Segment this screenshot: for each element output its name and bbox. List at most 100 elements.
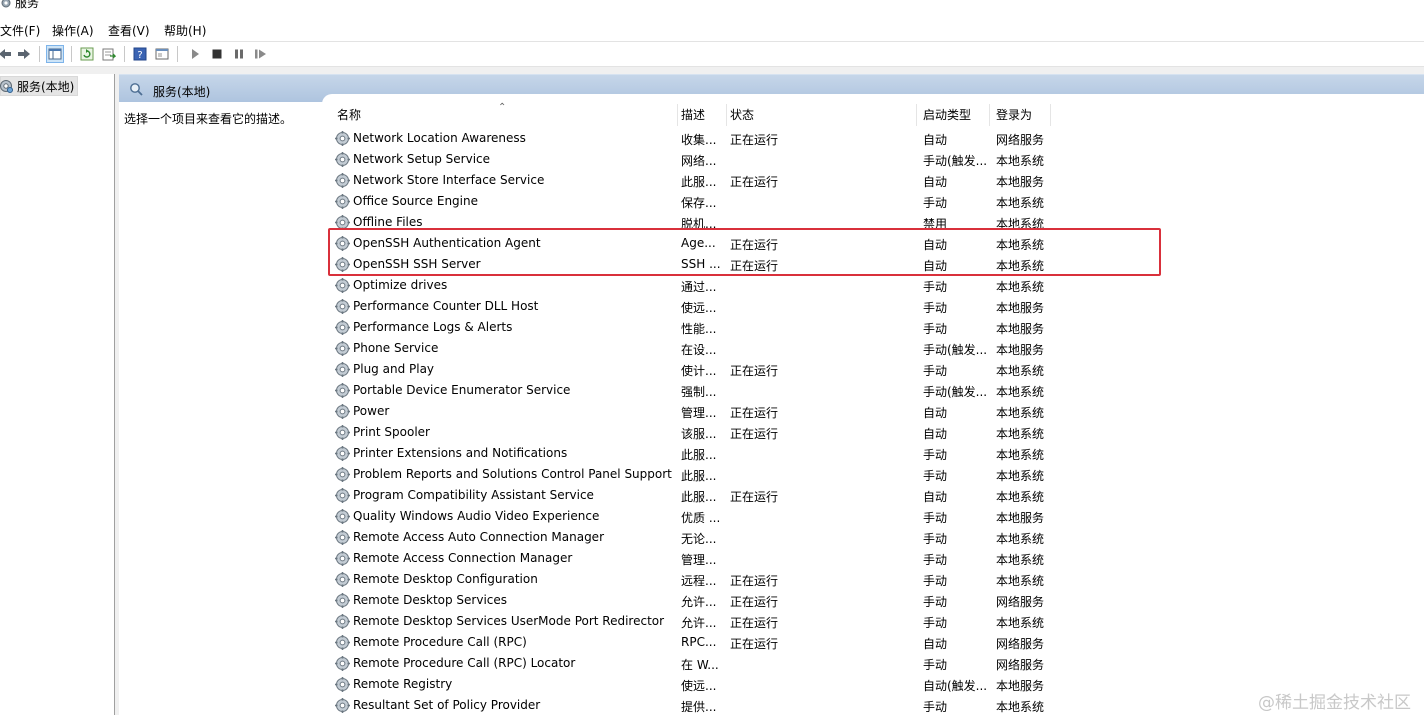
service-description: 提供...: [681, 700, 717, 714]
watermark: @稀土掘金技术社区: [1258, 693, 1411, 713]
detail-header-title: 服务(本地): [153, 85, 211, 99]
service-startup-type: 自动: [923, 259, 948, 273]
forward-arrow-icon: [18, 49, 30, 59]
service-row[interactable]: Remote Procedure Call (RPC) Locator 在 W..…: [322, 653, 1424, 674]
service-name: Network Location Awareness: [353, 131, 526, 145]
service-status: 正在运行: [730, 637, 779, 651]
column-header-startup-type[interactable]: 启动类型: [919, 102, 989, 128]
service-startup-type: 自动: [923, 490, 948, 504]
service-startup-type: 自动: [923, 238, 948, 252]
service-name: Office Source Engine: [353, 194, 478, 208]
service-log-on-as: 本地系统: [996, 217, 1045, 231]
gear-icon: [335, 194, 350, 209]
menu-action[interactable]: 操作(A): [52, 22, 94, 39]
service-name: Problem Reports and Solutions Control Pa…: [353, 467, 672, 481]
service-row[interactable]: OpenSSH Authentication Agent Age... 正在运行 自动…: [322, 233, 1424, 254]
service-row[interactable]: Quality Windows Audio Video Experience 优质…: [322, 506, 1424, 527]
menu-help[interactable]: 帮助(H): [164, 22, 206, 39]
service-row[interactable]: Print Spooler 该服... 正在运行 自动 本地系统: [322, 422, 1424, 443]
service-log-on-as: 本地服务: [996, 175, 1045, 189]
menu-view[interactable]: 查看(V): [108, 22, 150, 39]
window-title: 服务: [15, 0, 40, 10]
menu-file[interactable]: 文件(F): [0, 22, 40, 39]
service-row[interactable]: Phone Service 在设... 手动(触发... 本地服务: [322, 338, 1424, 359]
service-status: 正在运行: [730, 406, 779, 420]
service-row[interactable]: Problem Reports and Solutions Control Pa…: [322, 464, 1424, 485]
description-pane: 选择一个项目来查看它的描述。: [119, 102, 322, 715]
service-startup-type: 手动: [923, 448, 948, 462]
back-button[interactable]: [0, 45, 14, 63]
service-row[interactable]: Optimize drives 通过... 手动 本地系统: [322, 275, 1424, 296]
properties-button[interactable]: [153, 45, 171, 63]
service-name: Portable Device Enumerator Service: [353, 383, 571, 397]
tree-item-services-local[interactable]: 服务(本地): [0, 76, 78, 96]
service-startup-type: 手动: [923, 196, 948, 210]
column-header-name[interactable]: 名称: [333, 102, 677, 128]
help-button[interactable]: ?: [131, 45, 149, 63]
service-description: 允许...: [681, 595, 717, 609]
service-name: Remote Desktop Configuration: [353, 572, 538, 586]
service-row[interactable]: Remote Desktop Services 允许... 正在运行 手动 网络服务: [322, 590, 1424, 611]
show-hide-tree-button[interactable]: [46, 45, 64, 63]
service-startup-type: 手动: [923, 322, 948, 336]
service-log-on-as: 本地系统: [996, 280, 1045, 294]
gear-icon: [335, 488, 350, 503]
service-log-on-as: 网络服务: [996, 637, 1045, 651]
refresh-button[interactable]: [78, 45, 96, 63]
service-row[interactable]: Remote Procedure Call (RPC) RPC... 正在运行 自动 网…: [322, 632, 1424, 653]
gear-icon: [335, 320, 350, 335]
service-row[interactable]: Performance Counter DLL Host 使远... 手动 本地服务: [322, 296, 1424, 317]
service-row[interactable]: Portable Device Enumerator Service 强制... 手…: [322, 380, 1424, 401]
service-row[interactable]: Remote Access Auto Connection Manager 无论.…: [322, 527, 1424, 548]
service-description: SSH ...: [681, 257, 721, 271]
service-log-on-as: 本地系统: [996, 448, 1045, 462]
column-header-status[interactable]: 状态: [726, 102, 919, 128]
description-prompt: 选择一个项目来查看它的描述。: [124, 112, 293, 126]
service-log-on-as: 本地系统: [996, 259, 1045, 273]
pause-service-button[interactable]: [230, 45, 248, 63]
service-log-on-as: 本地系统: [996, 616, 1045, 630]
service-startup-type: 自动: [923, 175, 948, 189]
service-row[interactable]: Program Compatibility Assistant Service 此…: [322, 485, 1424, 506]
forward-button[interactable]: [15, 45, 33, 63]
pause-icon: [235, 49, 243, 59]
service-startup-type: 手动: [923, 301, 948, 315]
service-log-on-as: 本地系统: [996, 427, 1045, 441]
service-row[interactable]: Remote Desktop Configuration 远程... 正在运行 手动 本…: [322, 569, 1424, 590]
gear-icon: [335, 404, 350, 419]
service-row[interactable]: Network Setup Service 网络... 手动(触发... 本地系统: [322, 149, 1424, 170]
service-name: Phone Service: [353, 341, 439, 355]
service-startup-type: 自动: [923, 133, 948, 147]
stop-service-button[interactable]: [208, 45, 226, 63]
gear-icon: [335, 215, 350, 230]
service-startup-type: 手动: [923, 553, 948, 567]
service-row[interactable]: Offline Files 脱机... 禁用 本地系统: [322, 212, 1424, 233]
service-log-on-as: 本地服务: [996, 301, 1045, 315]
export-list-button[interactable]: [100, 45, 118, 63]
service-row[interactable]: Office Source Engine 保存... 手动 本地系统: [322, 191, 1424, 212]
service-status: 正在运行: [730, 364, 779, 378]
column-header-description[interactable]: 描述: [677, 102, 726, 128]
service-row[interactable]: Network Store Interface Service 此服... 正在运行…: [322, 170, 1424, 191]
service-log-on-as: 本地系统: [996, 700, 1045, 714]
service-row[interactable]: OpenSSH SSH Server SSH ... 正在运行 自动 本地系统: [322, 254, 1424, 275]
service-row[interactable]: Remote Access Connection Manager 管理... 手动 本…: [322, 548, 1424, 569]
service-log-on-as: 本地服务: [996, 322, 1045, 336]
restart-service-button[interactable]: [252, 45, 270, 63]
service-row[interactable]: Network Location Awareness 收集... 正在运行 自动 网络服…: [322, 128, 1424, 149]
service-description: 使远...: [681, 679, 717, 693]
gear-icon: [335, 446, 350, 461]
service-row[interactable]: Printer Extensions and Notifications 此服..…: [322, 443, 1424, 464]
service-row[interactable]: Power 管理... 正在运行 自动 本地系统: [322, 401, 1424, 422]
column-header-log-on-as[interactable]: 登录为: [992, 102, 1052, 128]
service-row[interactable]: Remote Desktop Services UserMode Port Re…: [322, 611, 1424, 632]
start-service-button[interactable]: [186, 45, 204, 63]
service-row[interactable]: Performance Logs & Alerts 性能... 手动 本地服务: [322, 317, 1424, 338]
service-startup-type: 手动: [923, 700, 948, 714]
service-startup-type: 自动(触发...: [923, 679, 988, 693]
service-name: Quality Windows Audio Video Experience: [353, 509, 600, 523]
service-row[interactable]: Plug and Play 使计... 正在运行 手动 本地系统: [322, 359, 1424, 380]
gear-icon: [335, 131, 350, 146]
service-log-on-as: 本地系统: [996, 364, 1045, 378]
gear-icon: [335, 383, 350, 398]
